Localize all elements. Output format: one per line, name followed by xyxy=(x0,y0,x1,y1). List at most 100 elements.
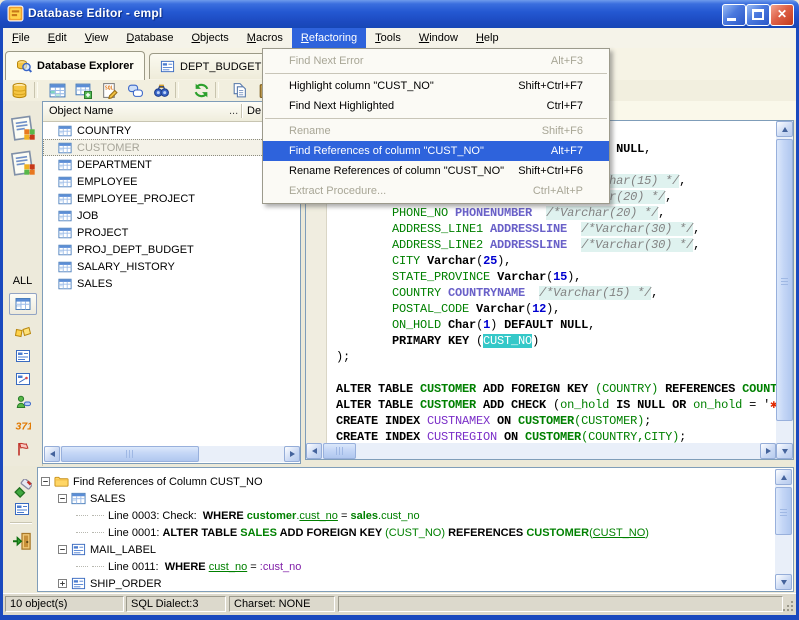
object-row-proj-dept-budget[interactable]: PROJ_DEPT_BUDGET xyxy=(43,241,300,258)
triggers-icon xyxy=(15,394,31,410)
result-row[interactable]: SALES xyxy=(38,490,776,507)
object-row-job[interactable]: JOB xyxy=(43,207,300,224)
recent-objects2-button[interactable] xyxy=(8,148,38,178)
new-table-button[interactable] xyxy=(45,80,69,100)
views-icon xyxy=(15,348,31,364)
menu-separator xyxy=(265,73,607,74)
editor-hscrollbar[interactable] xyxy=(306,443,776,459)
menu-item-highlight-column-cust-no[interactable]: Highlight column "CUST_NO"Shift+Ctrl+F7 xyxy=(263,76,609,96)
status-segment-sql-dialect-3: SQL Dialect:3 xyxy=(126,596,226,612)
minimize-button[interactable] xyxy=(722,4,746,26)
column-ellipsis: ... xyxy=(229,105,238,117)
code-line: ADDRESS_LINE2 ADDRESSLINE /*Varchar(30) … xyxy=(336,237,776,253)
menu-refactoring[interactable]: Refactoring xyxy=(292,28,366,48)
menu-item-rename[interactable]: RenameShift+F6 xyxy=(263,121,609,141)
code-line: COUNTRY COUNTRYNAME /*Varchar(15) */, xyxy=(336,285,776,301)
result-row[interactable]: SHIP_ORDER xyxy=(38,575,776,592)
table-icon xyxy=(58,141,72,155)
expand-toggle-icon[interactable] xyxy=(58,579,67,588)
tree-connector xyxy=(92,566,104,568)
column-description[interactable]: De xyxy=(247,105,261,117)
goto-reference-button[interactable] xyxy=(7,529,37,553)
resize-grip-icon[interactable] xyxy=(782,600,794,612)
menu-view[interactable]: View xyxy=(76,28,118,48)
clear-results-button[interactable] xyxy=(7,477,37,501)
menu-tools[interactable]: Tools xyxy=(366,28,410,48)
object-row-project[interactable]: PROJECT xyxy=(43,224,300,241)
menu-database[interactable]: Database xyxy=(117,28,182,48)
explorer-hscrollbar[interactable] xyxy=(44,446,300,462)
column-divider[interactable] xyxy=(241,104,242,118)
category-exceptions[interactable] xyxy=(9,438,37,460)
tab-label: Database Explorer xyxy=(37,60,134,72)
collapse-toggle-icon[interactable] xyxy=(41,477,50,486)
object-name: DEPARTMENT xyxy=(77,159,152,171)
tab-dept-budget[interactable]: DEPT_BUDGET xyxy=(149,53,272,79)
result-row[interactable]: Line 0001: ALTER TABLE SALES ADD FOREIGN… xyxy=(38,524,776,541)
exceptions-icon xyxy=(15,441,31,457)
find-button[interactable] xyxy=(149,80,173,100)
object-row-salary-history[interactable]: SALARY_HISTORY xyxy=(43,258,300,275)
svg-text:SQL: SQL xyxy=(104,85,113,91)
result-row[interactable]: MAIL_LABEL xyxy=(38,541,776,558)
title-bar[interactable]: Database Editor - empl xyxy=(0,0,799,28)
menu-item-extract-procedure[interactable]: Extract Procedure...Ctrl+Alt+P xyxy=(263,181,609,201)
menu-item-shortcut: Ctrl+Alt+P xyxy=(533,181,583,201)
tab-database-explorer[interactable]: Database Explorer xyxy=(5,51,145,80)
maximize-button[interactable] xyxy=(746,4,770,26)
menu-item-shortcut: Alt+F3 xyxy=(551,51,583,71)
status-segment-charset-none: Charset: NONE xyxy=(229,596,335,612)
category-tables[interactable] xyxy=(9,293,37,315)
menu-item-label: Rename References of column "CUST_NO" xyxy=(289,161,504,181)
app-icon xyxy=(7,5,24,22)
menu-macros[interactable]: Macros xyxy=(238,28,292,48)
menu-item-find-next-highlighted[interactable]: Find Next HighlightedCtrl+F7 xyxy=(263,96,609,116)
menu-item-find-next-error[interactable]: Find Next ErrorAlt+F3 xyxy=(263,51,609,71)
collapse-toggle-icon[interactable] xyxy=(58,545,67,554)
object-name: SALES xyxy=(77,278,112,290)
menu-objects[interactable]: Objects xyxy=(182,28,237,48)
collapse-toggle-icon[interactable] xyxy=(58,494,67,503)
refresh-button[interactable] xyxy=(189,80,213,100)
menu-item-rename-references-of-column-cust-no[interactable]: Rename References of column "CUST_NO"Shi… xyxy=(263,161,609,181)
object-name: PROJ_DEPT_BUDGET xyxy=(77,244,194,256)
menu-edit[interactable]: Edit xyxy=(39,28,76,48)
goto-icon xyxy=(12,531,32,551)
tree-connector xyxy=(76,532,88,534)
tree-connector xyxy=(76,515,88,517)
menu-window[interactable]: Window xyxy=(410,28,467,48)
references-tree: Find References of Column CUST_NOSALESLi… xyxy=(38,473,776,592)
refresh-icon xyxy=(193,82,210,99)
alter-table-button[interactable] xyxy=(71,80,95,100)
category-procedures[interactable] xyxy=(9,368,37,390)
results-vscrollbar[interactable] xyxy=(775,469,792,590)
category-triggers[interactable] xyxy=(9,391,37,413)
menu-item-shortcut: Shift+F6 xyxy=(542,121,583,141)
result-row[interactable]: Line 0003: Check: WHERE customer.cust_no… xyxy=(38,507,776,524)
duplicate-objects-button[interactable] xyxy=(123,80,147,100)
result-text: Line 0011: WHERE cust_no = :cust_no xyxy=(108,561,301,573)
menu-file[interactable]: File xyxy=(3,28,39,48)
sql-editor-button[interactable]: SQL xyxy=(97,80,121,100)
menu-help[interactable]: Help xyxy=(467,28,508,48)
copy-button[interactable] xyxy=(227,80,251,100)
code-line: CREATE INDEX CUSTNAMEX ON CUSTOMER(CUSTO… xyxy=(336,413,776,429)
code-line: ON_HOLD Char(1) DEFAULT NULL, xyxy=(336,317,776,333)
result-row[interactable]: Line 0011: WHERE cust_no = :cust_no xyxy=(38,558,776,575)
menu-item-find-references-of-column-cust-no[interactable]: Find References of column "CUST_NO"Alt+F… xyxy=(263,141,609,161)
category-domains[interactable] xyxy=(9,322,37,344)
toolbar-separator xyxy=(215,82,219,98)
recent-objects-button[interactable] xyxy=(8,113,38,143)
close-button[interactable] xyxy=(770,4,794,26)
find-icon xyxy=(153,82,170,99)
category-generators[interactable]: 371 xyxy=(9,414,37,436)
column-object-name[interactable]: Object Name xyxy=(49,105,113,117)
result-row[interactable]: Find References of Column CUST_NO xyxy=(38,473,776,490)
database-icon xyxy=(11,82,28,99)
database-button[interactable] xyxy=(7,80,31,100)
object-row-sales[interactable]: SALES xyxy=(43,275,300,292)
views-icon xyxy=(14,501,30,517)
category-views[interactable] xyxy=(9,345,37,367)
show-object-button[interactable] xyxy=(7,499,37,519)
editor-vscrollbar[interactable] xyxy=(776,121,793,459)
